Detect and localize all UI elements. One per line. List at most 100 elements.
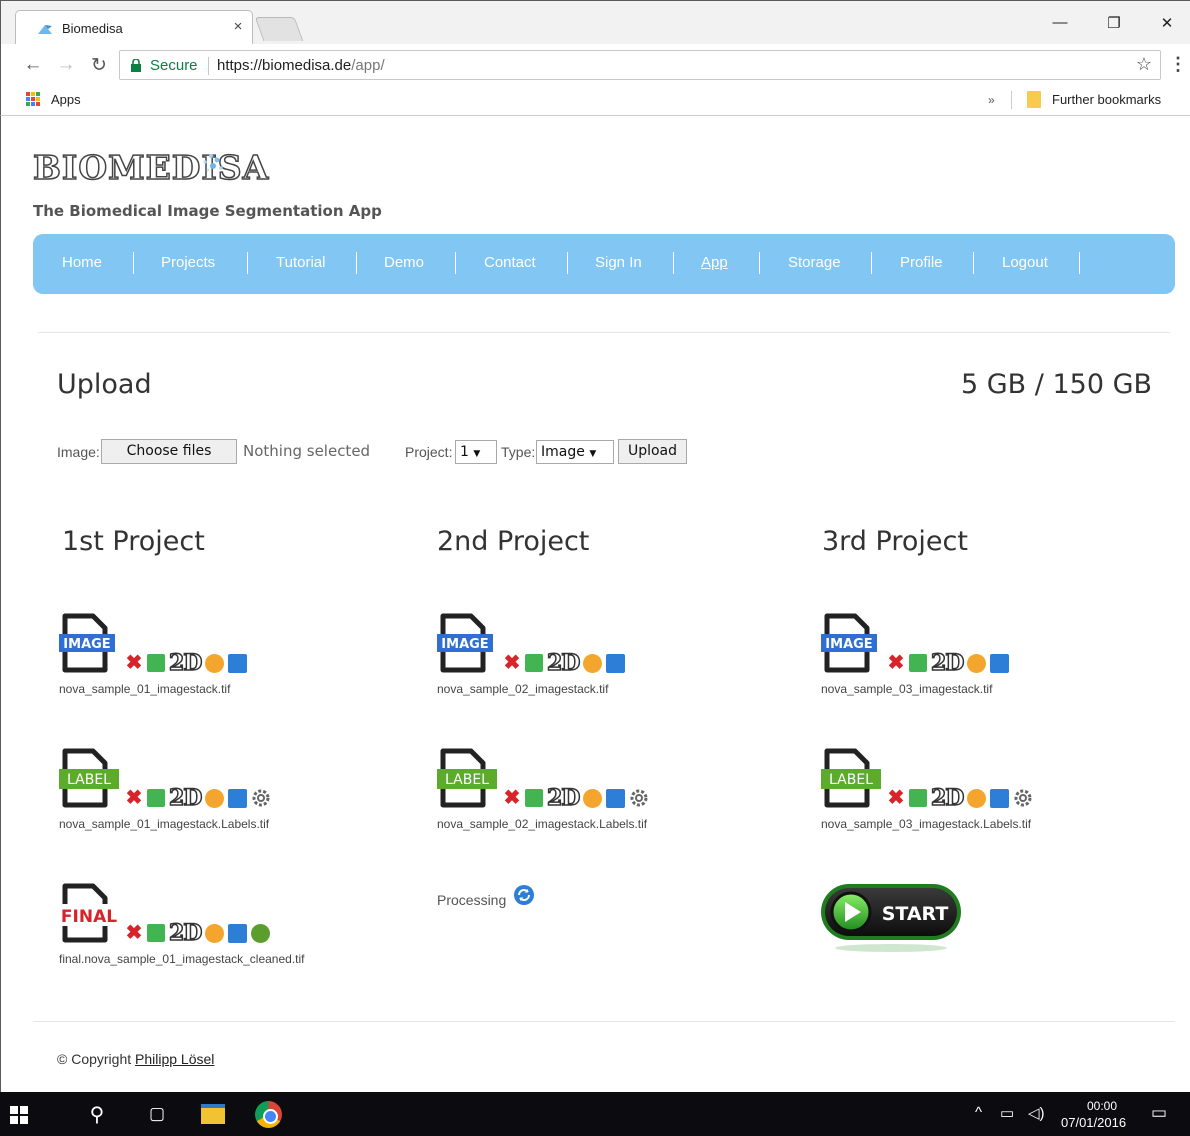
biomedisa-logo[interactable]: BIOMEDISA	[32, 147, 269, 188]
share-icon[interactable]	[606, 653, 626, 673]
download-icon[interactable]	[525, 789, 543, 807]
download-icon[interactable]	[147, 924, 165, 942]
folder-icon[interactable]	[1027, 91, 1041, 108]
file-actions: ✖ 2D	[887, 651, 1010, 675]
image-file-icon[interactable]: IMAGE	[437, 612, 497, 674]
view-2d-icon[interactable]: 2D	[930, 786, 965, 810]
gear-icon[interactable]	[251, 788, 271, 808]
share-icon[interactable]	[990, 653, 1010, 673]
validate-icon[interactable]	[251, 923, 271, 943]
apps-grid-icon[interactable]	[26, 92, 40, 106]
bookmarks-overflow-icon[interactable]: »	[988, 93, 995, 107]
upload-button[interactable]: Upload	[618, 439, 687, 464]
download-icon[interactable]	[909, 654, 927, 672]
convert-icon[interactable]	[967, 788, 987, 808]
minimize-icon[interactable]: —	[1049, 14, 1071, 31]
bookmark-star-icon[interactable]: ☆	[1136, 54, 1152, 75]
main-navbar: Home Projects Tutorial Demo Contact Sign…	[33, 234, 1175, 294]
nav-sign-in[interactable]: Sign In	[595, 254, 642, 271]
share-icon[interactable]	[228, 653, 248, 673]
delete-icon[interactable]: ✖	[125, 788, 143, 808]
tab-close-icon[interactable]: ×	[229, 18, 247, 35]
delete-icon[interactable]: ✖	[125, 923, 143, 943]
image-file-icon[interactable]: IMAGE	[821, 612, 881, 674]
refresh-icon[interactable]	[513, 884, 535, 906]
nav-contact[interactable]: Contact	[484, 254, 536, 271]
delete-icon[interactable]: ✖	[125, 653, 143, 673]
restore-icon[interactable]: ❐	[1103, 14, 1125, 32]
windows-start-icon[interactable]	[10, 1106, 28, 1124]
convert-icon[interactable]	[205, 923, 225, 943]
nav-logout[interactable]: Logout	[1002, 254, 1048, 271]
choose-files-button[interactable]: Choose files	[101, 439, 237, 464]
tagline: The Biomedical Image Segmentation App	[33, 202, 382, 220]
type-select[interactable]: Image ▼	[536, 440, 614, 464]
view-2d-icon[interactable]: 2D	[546, 786, 581, 810]
label-file-icon[interactable]: LABEL	[59, 747, 119, 809]
view-2d-icon[interactable]: 2D	[930, 651, 965, 675]
network-icon[interactable]: ▭	[1000, 1104, 1014, 1122]
convert-icon[interactable]	[967, 653, 987, 673]
download-icon[interactable]	[909, 789, 927, 807]
delete-icon[interactable]: ✖	[503, 653, 521, 673]
share-icon[interactable]	[228, 788, 248, 808]
gear-icon[interactable]	[629, 788, 649, 808]
convert-icon[interactable]	[583, 653, 603, 673]
nav-home[interactable]: Home	[62, 254, 102, 271]
address-bar[interactable]: Secure https://biomedisa.de/app/ ☆	[119, 50, 1161, 80]
file-item: LABEL ✖ 2D nova_sample_01_imagestack.Lab…	[59, 747, 379, 837]
convert-icon[interactable]	[205, 788, 225, 808]
browser-tab[interactable]: Biomedisa ×	[15, 10, 253, 46]
apps-link[interactable]: Apps	[51, 92, 81, 107]
biomedisa-favicon-icon	[38, 25, 52, 34]
nav-separator	[973, 252, 974, 274]
label-file-icon[interactable]: LABEL	[821, 747, 881, 809]
reload-icon[interactable]: ↻	[87, 54, 111, 77]
web-page: BIOMEDISA The Biomedical Image Segmentat…	[0, 116, 1190, 1092]
nav-separator	[567, 252, 568, 274]
view-2d-icon[interactable]: 2D	[168, 651, 203, 675]
author-link[interactable]: Philipp Lösel	[135, 1051, 214, 1067]
convert-icon[interactable]	[205, 653, 225, 673]
new-tab-button[interactable]	[254, 17, 304, 41]
download-icon[interactable]	[525, 654, 543, 672]
view-2d-icon[interactable]: 2D	[168, 786, 203, 810]
nav-app[interactable]: App	[701, 254, 728, 271]
back-arrow-icon[interactable]: ←	[21, 54, 45, 76]
tray-chevron-icon[interactable]: ^	[975, 1104, 982, 1121]
nav-projects[interactable]: Projects	[161, 254, 215, 271]
gear-icon[interactable]	[1013, 788, 1033, 808]
view-2d-icon[interactable]: 2D	[546, 651, 581, 675]
notifications-icon[interactable]: ▭	[1151, 1103, 1167, 1123]
final-file-icon[interactable]: FINAL	[59, 882, 119, 944]
chrome-icon[interactable]	[255, 1101, 282, 1128]
further-bookmarks-link[interactable]: Further bookmarks	[1052, 92, 1161, 107]
footer-divider	[33, 1021, 1175, 1022]
delete-icon[interactable]: ✖	[887, 653, 905, 673]
share-icon[interactable]	[990, 788, 1010, 808]
delete-icon[interactable]: ✖	[887, 788, 905, 808]
project-select[interactable]: 1 ▼	[455, 440, 497, 464]
label-file-icon[interactable]: LABEL	[437, 747, 497, 809]
share-icon[interactable]	[606, 788, 626, 808]
volume-icon[interactable]: ◁)	[1028, 1104, 1045, 1122]
image-file-icon[interactable]: IMAGE	[59, 612, 119, 674]
forward-arrow-icon[interactable]: →	[54, 54, 78, 76]
convert-icon[interactable]	[583, 788, 603, 808]
close-window-icon[interactable]: ✕	[1156, 14, 1178, 32]
task-view-icon[interactable]: ▢	[143, 1104, 171, 1124]
search-icon[interactable]: ⚲	[83, 1102, 111, 1127]
nav-profile[interactable]: Profile	[900, 254, 943, 271]
browser-tab-strip: Biomedisa × — ❐ ✕	[0, 0, 1190, 46]
start-button[interactable]: START	[819, 882, 963, 954]
download-icon[interactable]	[147, 654, 165, 672]
nav-demo[interactable]: Demo	[384, 254, 424, 271]
nav-storage[interactable]: Storage	[788, 254, 841, 271]
browser-menu-icon[interactable]: ⋮	[1169, 54, 1187, 75]
download-icon[interactable]	[147, 789, 165, 807]
file-explorer-icon[interactable]	[201, 1104, 225, 1124]
delete-icon[interactable]: ✖	[503, 788, 521, 808]
view-2d-icon[interactable]: 2D	[168, 921, 203, 945]
nav-tutorial[interactable]: Tutorial	[276, 254, 325, 271]
share-icon[interactable]	[228, 923, 248, 943]
